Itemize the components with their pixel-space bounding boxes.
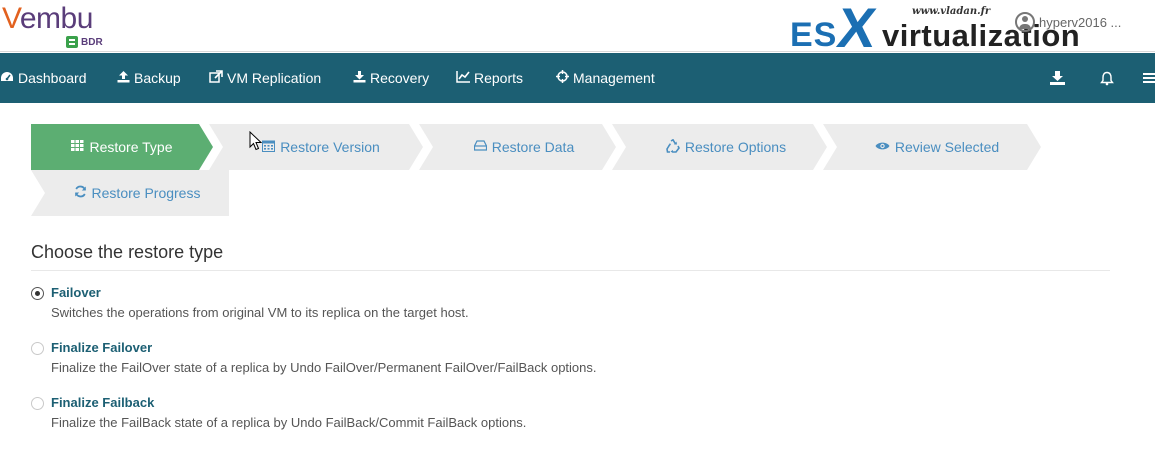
step-label: Restore Options bbox=[684, 139, 787, 155]
nav-label: Recovery bbox=[370, 70, 430, 86]
eye-icon bbox=[875, 140, 890, 154]
nav-recovery[interactable]: Recovery bbox=[352, 53, 429, 103]
main-navbar: Dashboard Backup VM Replication Recovery… bbox=[0, 53, 1155, 103]
nav-dashboard[interactable]: Dashboard bbox=[0, 53, 87, 103]
step-review-selected[interactable]: Review Selected bbox=[837, 124, 1037, 170]
option-title[interactable]: Failover bbox=[51, 285, 101, 300]
step-restore-type[interactable]: Restore Type bbox=[31, 124, 213, 170]
failover-radio[interactable] bbox=[31, 287, 44, 300]
option-description: Switches the operations from original VM… bbox=[51, 305, 469, 320]
nav-label: Management bbox=[573, 70, 655, 86]
share-icon bbox=[209, 70, 223, 86]
user-menu[interactable]: hyperv2016 ... bbox=[1015, 12, 1121, 32]
user-name: hyperv2016 ... bbox=[1039, 14, 1122, 30]
vembu-logo[interactable]: Vembu BDR bbox=[0, 2, 110, 50]
menu-icon[interactable] bbox=[1143, 53, 1155, 103]
grid-icon bbox=[71, 140, 84, 154]
restore-wizard-steps: Restore Type Restore Version Restore Dat… bbox=[31, 124, 1131, 216]
nav-management[interactable]: Management bbox=[555, 53, 655, 103]
step-restore-options[interactable]: Restore Options bbox=[626, 124, 826, 170]
upload-icon bbox=[116, 70, 130, 86]
option-title[interactable]: Finalize Failover bbox=[51, 340, 152, 355]
section-title: Choose the restore type bbox=[31, 242, 224, 262]
nav-backup[interactable]: Backup bbox=[116, 53, 181, 103]
calendar-icon bbox=[262, 139, 276, 155]
nav-label: VM Replication bbox=[227, 70, 322, 86]
crosshair-icon bbox=[555, 70, 569, 86]
option-description: Finalize the FailBack state of a replica… bbox=[51, 415, 527, 430]
logo-wordmark: Vembu bbox=[2, 2, 93, 35]
step-label: Review Selected bbox=[894, 139, 1000, 155]
bdr-label: BDR bbox=[81, 36, 103, 48]
finalize-failover-radio[interactable] bbox=[31, 342, 44, 355]
top-header: Vembu BDR www.vladan.fr ES X virtualizat… bbox=[0, 0, 1155, 59]
step-label: Restore Version bbox=[280, 139, 380, 155]
download-icon bbox=[352, 70, 366, 86]
bdr-badge: BDR bbox=[66, 36, 103, 48]
nav-label: Reports bbox=[474, 70, 524, 86]
watermark-site: www.vladan.fr bbox=[912, 6, 991, 17]
watermark-es: ES bbox=[790, 16, 838, 54]
recycle-icon bbox=[666, 138, 680, 156]
watermark-x: X bbox=[833, 0, 880, 59]
nav-vm-replication[interactable]: VM Replication bbox=[209, 53, 321, 103]
nav-reports[interactable]: Reports bbox=[456, 53, 523, 103]
step-restore-progress[interactable]: Restore Progress bbox=[45, 170, 229, 216]
step-restore-data[interactable]: Restore Data bbox=[433, 124, 615, 170]
step-label: Restore Data bbox=[491, 139, 575, 155]
bdr-icon bbox=[66, 36, 78, 48]
mouse-cursor-icon bbox=[249, 130, 263, 151]
drive-icon bbox=[473, 140, 487, 154]
bell-icon[interactable] bbox=[1100, 53, 1114, 103]
finalize-failback-radio[interactable] bbox=[31, 397, 44, 410]
line-chart-icon bbox=[456, 70, 470, 86]
step-label: Restore Type bbox=[89, 139, 173, 155]
option-description: Finalize the FailOver state of a replica… bbox=[51, 360, 597, 375]
nav-label: Backup bbox=[134, 70, 181, 86]
refresh-icon bbox=[74, 185, 87, 201]
dashboard-icon bbox=[0, 71, 14, 86]
nav-label: Dashboard bbox=[18, 70, 87, 86]
download-icon[interactable] bbox=[1049, 53, 1066, 103]
section-divider bbox=[31, 270, 1110, 271]
step-label: Restore Progress bbox=[91, 185, 201, 201]
option-title[interactable]: Finalize Failback bbox=[51, 395, 154, 410]
user-icon bbox=[1015, 12, 1035, 32]
